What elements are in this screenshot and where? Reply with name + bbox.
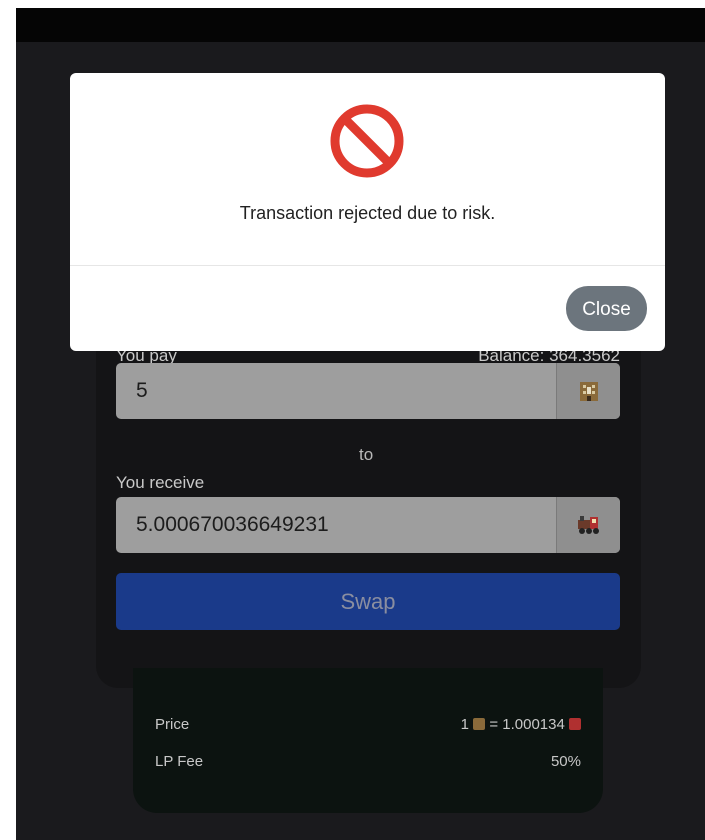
receive-token-selector[interactable] [556,497,620,553]
app-screen: You pay Balance: 364.3562 5 to You recei… [16,8,705,840]
pay-token-selector[interactable] [556,363,620,419]
locomotive-icon [577,516,599,534]
receive-amount-input[interactable]: 5.000670036649231 [136,497,329,553]
price-right: = 1.000134 [489,716,565,733]
modal-divider [70,265,665,266]
error-modal: Transaction rejected due to risk. Close [70,73,665,351]
price-value: 1 = 1.000134 [461,716,581,733]
hotel-building-icon [473,718,486,730]
modal-message: Transaction rejected due to risk. [239,203,496,223]
price-label: Price [155,716,190,733]
price-left: 1 [460,716,469,733]
pay-field[interactable]: 5 [116,363,620,419]
hotel-building-icon [579,382,598,401]
close-button[interactable]: Close [566,286,647,331]
locomotive-icon [569,718,581,730]
lp-fee-label: LP Fee [155,753,204,770]
receive-label: You receive [116,473,205,492]
pay-amount-input[interactable]: 5 [136,363,148,419]
prohibited-icon [330,104,404,178]
lp-fee-value: 50% [550,753,581,770]
swap-button[interactable]: Swap [116,573,620,630]
price-info-panel: Price 1 = 1.000134 LP Fee 50% [133,668,603,813]
top-bar [16,8,705,42]
receive-field[interactable]: 5.000670036649231 [116,497,620,553]
to-text: to [359,445,374,464]
